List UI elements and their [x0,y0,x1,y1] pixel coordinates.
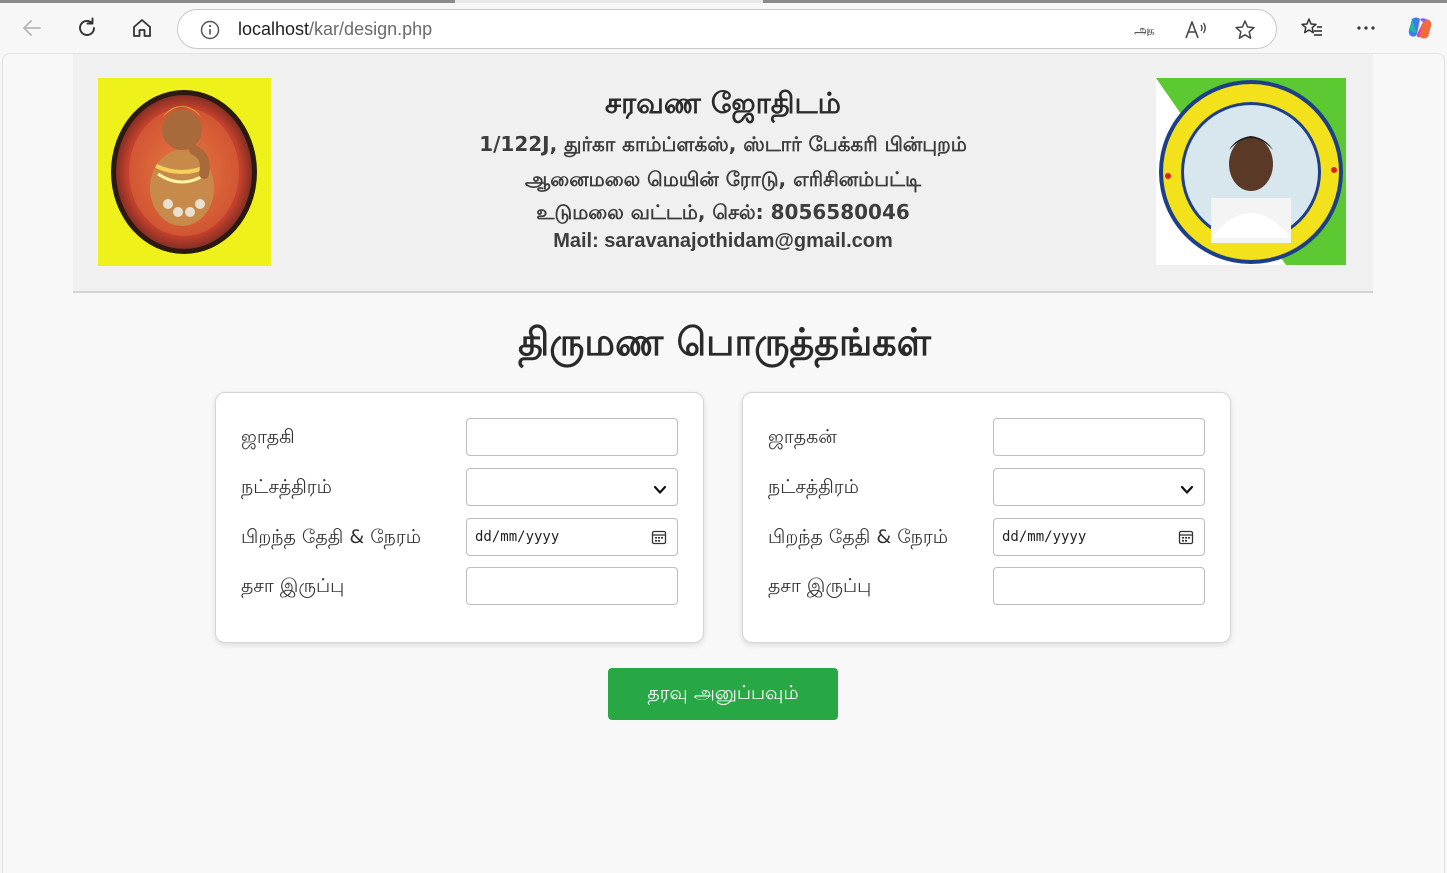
groom-dasa-label: தசா இருப்பு [768,575,872,597]
bride-dasa-label: தசா இருப்பு [241,575,345,597]
groom-star-label: நட்சத்திரம் [768,476,859,498]
bride-dob-row: பிறந்த தேதி & நேரம் dd/mm/yyyy [241,518,681,556]
bride-name-input[interactable] [466,418,678,456]
back-arrow-icon[interactable] [16,12,48,44]
ring-motto: நல்லவர் லட்சியம் ! வெல்வது நிச்சயம் ! உண… [1156,264,1157,265]
chevron-down-icon [1180,481,1194,500]
chevron-down-icon [653,481,667,500]
groom-name-label: ஜாதகன் [768,426,837,448]
bride-dasa-row: தசா இருப்பு [241,567,681,605]
groom-dob-input[interactable]: dd/mm/yyyy [993,518,1205,556]
more-menu-icon[interactable] [1350,12,1382,44]
url-host: localhost [238,19,310,39]
info-icon[interactable] [200,20,220,44]
groom-star-select[interactable] [993,468,1205,506]
page-viewport: சரவண ஜோதிடம் 1/122J, துர்கா காம்ப்ளக்ஸ்,… [2,53,1445,873]
svg-text:க: க [1147,24,1155,38]
bride-form-card: ஜாதகி நட்சத்திரம் பிறந்த தேதி & நேரம் dd… [215,392,704,643]
calendar-icon[interactable] [1178,529,1194,549]
bride-star-row: நட்சத்திரம் [241,468,681,506]
submit-button[interactable]: தரவு அனுப்பவும் [608,668,838,720]
url-path: /kar/design.php [309,19,433,39]
astrologer-photo-logo: நல்லவர் லட்சியம் ! வெல்வது நிச்சயம் ! உண… [1156,78,1346,265]
groom-dasa-input[interactable] [993,567,1205,605]
groom-dob-row: பிறந்த தேதி & நேரம் dd/mm/yyyy [768,518,1208,556]
bride-star-select[interactable] [466,468,678,506]
address-bar[interactable]: localhost/kar/design.php அக [177,9,1277,49]
bride-name-row: ஜாதகி [241,418,681,456]
bride-dasa-input[interactable] [466,567,678,605]
favorite-star-icon[interactable] [1234,19,1256,45]
browser-toolbar: localhost/kar/design.php அக [0,3,1447,53]
groom-form-card: ஜாதகன் நட்சத்திரம் பிறந்த தேதி & நேரம் d… [742,392,1231,643]
translate-icon[interactable]: அக [1133,19,1159,45]
copilot-icon[interactable] [1404,12,1436,44]
url-text[interactable]: localhost/kar/design.php [238,19,432,40]
calendar-icon[interactable] [651,529,667,549]
groom-star-row: நட்சத்திரம் [768,468,1208,506]
bride-name-label: ஜாதகி [241,426,295,448]
bride-dob-label: பிறந்த தேதி & நேரம் [241,526,421,548]
page-title: திருமண பொருத்தங்கள் [518,320,931,364]
bride-dob-placeholder: dd/mm/yyyy [475,529,560,545]
groom-name-row: ஜாதகன் [768,418,1208,456]
site-header: சரவண ஜோதிடம் 1/122J, துர்கா காம்ப்ளக்ஸ்,… [73,54,1373,293]
groom-dasa-row: தசா இருப்பு [768,567,1208,605]
groom-dob-placeholder: dd/mm/yyyy [1002,529,1087,545]
groom-dob-label: பிறந்த தேதி & நேரம் [768,526,948,548]
reload-icon[interactable] [71,12,103,44]
groom-name-input[interactable] [993,418,1205,456]
bride-star-label: நட்சத்திரம் [241,476,332,498]
bride-dob-input[interactable]: dd/mm/yyyy [466,518,678,556]
home-icon[interactable] [126,12,158,44]
favorites-list-icon[interactable] [1296,12,1328,44]
read-aloud-icon[interactable] [1184,19,1208,45]
